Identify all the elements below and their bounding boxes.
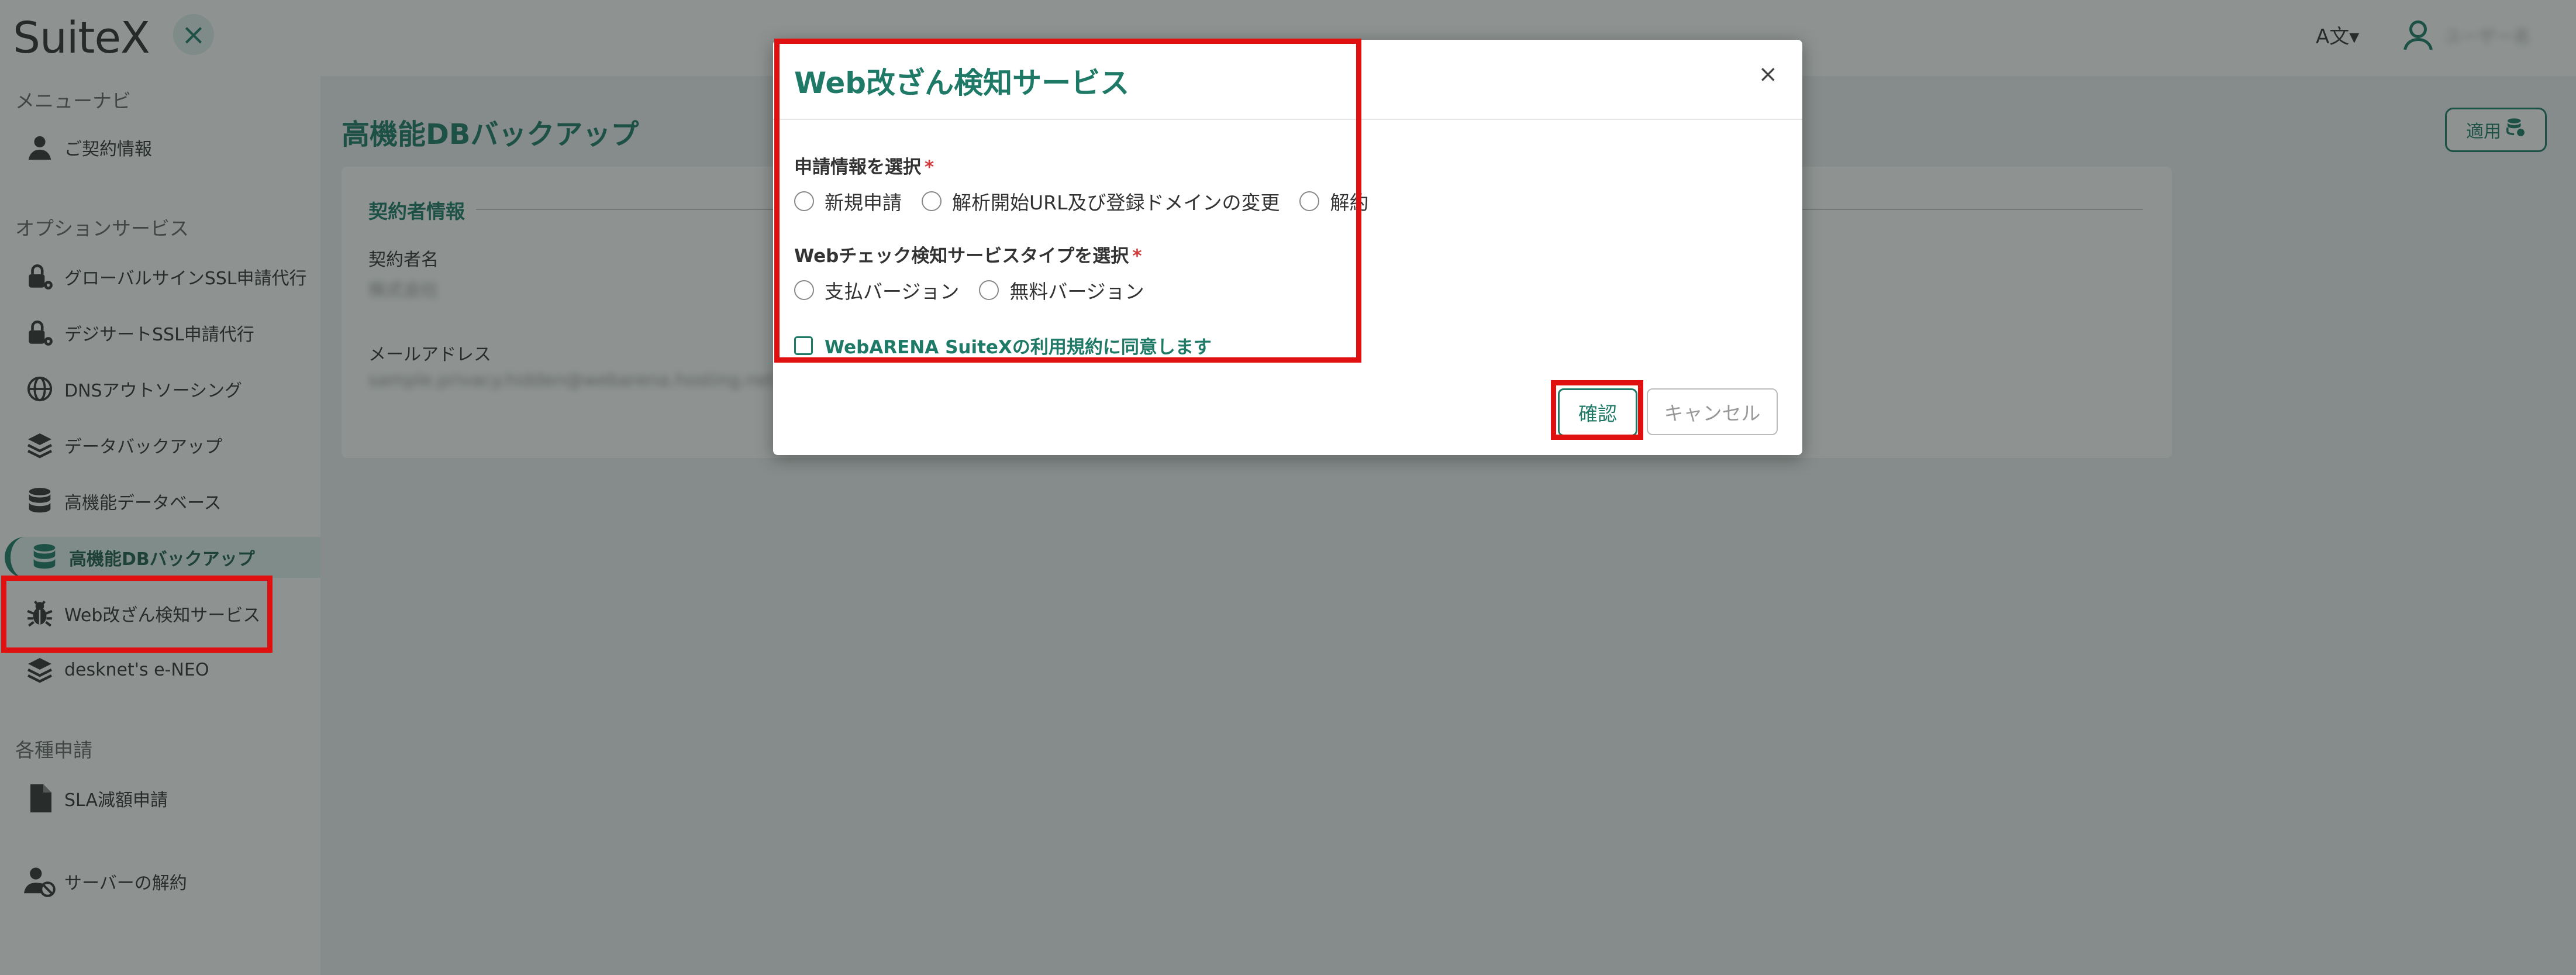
dialog-close-icon[interactable]: × [1758,61,1778,88]
highlight-confirm-button [1551,380,1643,440]
highlight-sidebar-web-tamper [1,576,273,653]
highlight-dialog-form [774,39,1361,363]
cancel-button[interactable]: キャンセル [1647,388,1778,435]
